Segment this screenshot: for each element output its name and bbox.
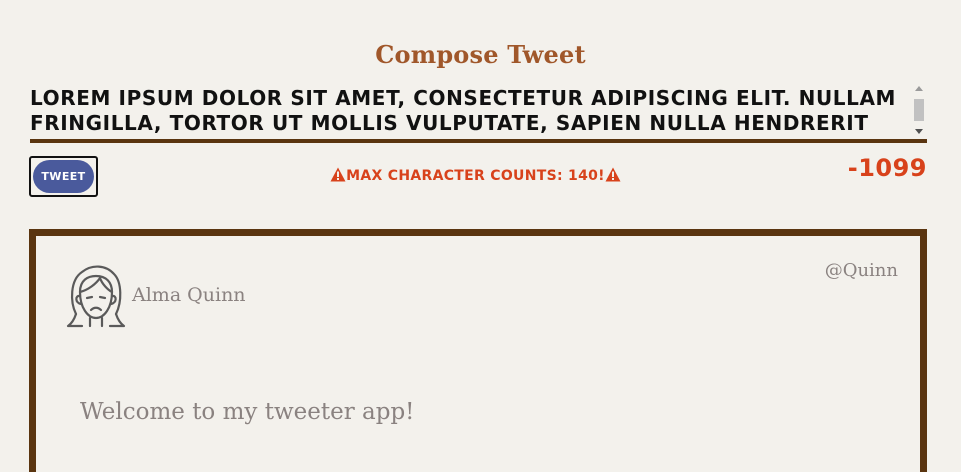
- character-limit-warning: Max character counts: 140!: [0, 167, 951, 184]
- compose-textarea[interactable]: Lorem ipsum dolor sit amet, consectetur …: [30, 86, 910, 139]
- tweet-text: Welcome to my tweeter app!: [80, 399, 415, 425]
- compose-title: Compose Tweet: [375, 40, 586, 69]
- compose-textarea-container: Lorem ipsum dolor sit amet, consectetur …: [30, 86, 927, 143]
- tweet-card: Alma Quinn @Quinn Welcome to my tweeter …: [29, 229, 927, 472]
- scroll-thumb[interactable]: [914, 99, 924, 121]
- scroll-up-arrow-icon[interactable]: [915, 86, 923, 91]
- warning-text: Max character counts: 140!: [346, 168, 605, 184]
- character-counter: -1099: [847, 154, 927, 182]
- page: Compose Tweet Lorem ipsum dolor sit amet…: [0, 0, 961, 472]
- author-handle: @Quinn: [824, 260, 898, 281]
- scroll-down-arrow-icon[interactable]: [915, 129, 923, 134]
- warning-triangle-icon: [605, 167, 621, 182]
- warning-triangle-icon: [330, 167, 346, 182]
- textarea-scrollbar[interactable]: [913, 86, 925, 134]
- author-name: Alma Quinn: [132, 284, 246, 306]
- sad-face-avatar-icon: [66, 265, 126, 328]
